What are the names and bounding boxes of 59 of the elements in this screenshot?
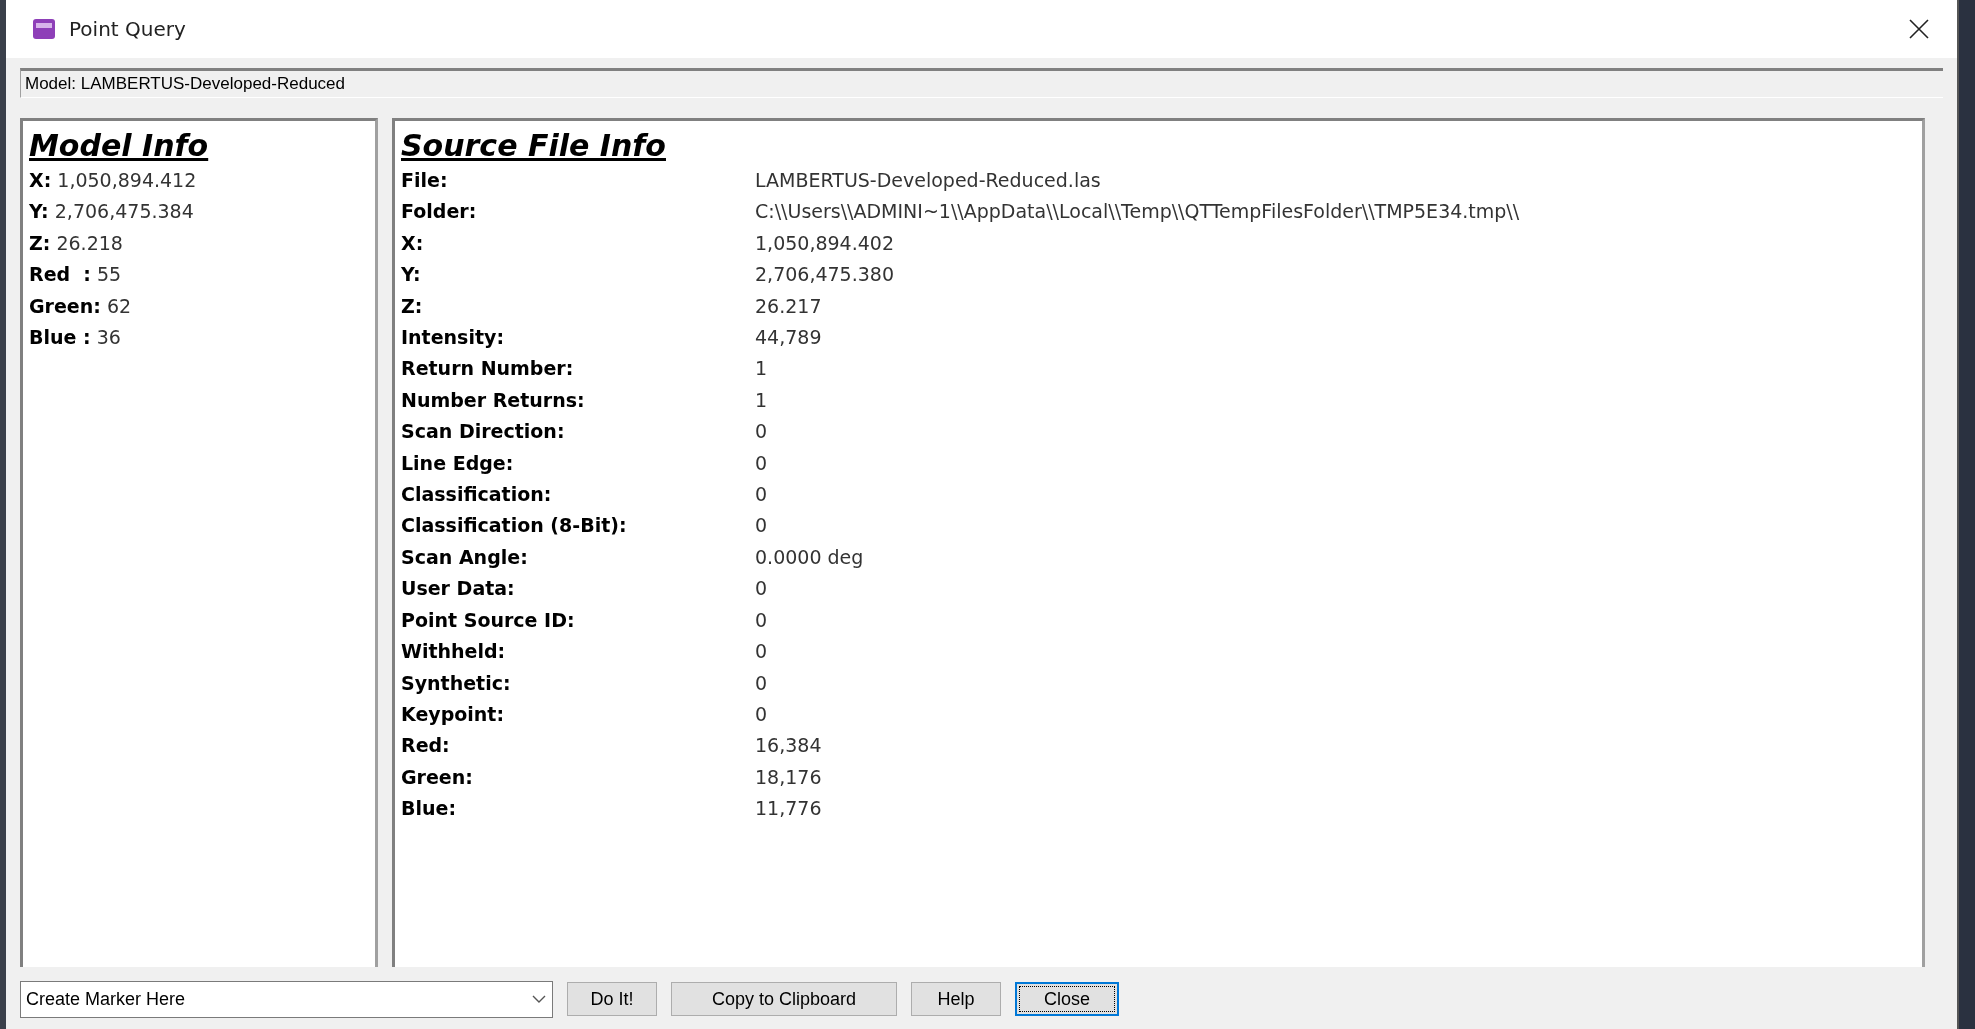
field-value: 1 xyxy=(755,356,768,382)
dialog-button[interactable]: Copy to Clipboard xyxy=(671,982,897,1016)
field-value: 0 xyxy=(755,419,768,445)
field-label: Line Edge: xyxy=(401,450,515,476)
field-value: 44,789 xyxy=(755,325,822,351)
field-label: Z: xyxy=(401,293,424,319)
model-info-row-text: X: 1,050,894.412 xyxy=(29,168,198,193)
field-label: Synthetic: xyxy=(401,670,512,696)
field-label: Blue: xyxy=(401,796,457,822)
field-label: Number Returns: xyxy=(401,387,586,413)
field-value: 0.0000 deg xyxy=(755,544,864,570)
model-info-row-text: Green: 62 xyxy=(29,293,133,319)
field-label: User Data: xyxy=(401,576,516,602)
field-value: 16,384 xyxy=(755,733,822,759)
field-value: 26.217 xyxy=(755,293,822,319)
field-label: Folder: xyxy=(401,199,478,225)
field-value: 0 xyxy=(755,701,768,727)
field-label: Point Source ID: xyxy=(401,607,576,633)
field-value: 0 xyxy=(755,639,768,665)
field-value: 0 xyxy=(755,450,768,476)
field-label: Green: xyxy=(401,764,474,790)
field-value: 2,706,475.380 xyxy=(755,262,894,288)
field-label: X: xyxy=(401,230,425,256)
app-icon xyxy=(33,19,55,39)
model-info-heading: Model Info xyxy=(29,127,210,165)
field-label: Withheld: xyxy=(401,639,507,665)
field-label: Return Number: xyxy=(401,356,575,382)
source-file-info-heading: Source File Info xyxy=(401,127,667,165)
dialog-button[interactable]: Close xyxy=(1015,982,1119,1016)
field-value: 1,050,894.402 xyxy=(755,230,894,256)
field-label: Scan Angle: xyxy=(401,544,529,570)
field-value: 0 xyxy=(755,607,768,633)
chevron-down-icon xyxy=(532,995,546,1003)
field-value: 18,176 xyxy=(755,764,822,790)
field-label: Intensity: xyxy=(401,325,505,351)
model-bar: Model: LAMBERTUS-Developed-Reduced xyxy=(20,68,1943,98)
field-value: 0 xyxy=(755,576,768,602)
field-value: 0 xyxy=(755,482,768,508)
field-value: 1 xyxy=(755,387,768,413)
field-label: Red: xyxy=(401,733,451,759)
field-label: File: xyxy=(401,168,449,193)
action-dropdown[interactable]: Create Marker Here xyxy=(20,980,553,1018)
field-value: 0 xyxy=(755,670,768,696)
field-label: Keypoint: xyxy=(401,701,506,727)
model-info-row-text: Y: 2,706,475.384 xyxy=(29,199,195,225)
field-value: C:\\Users\\ADMINI~1\\AppData\\Local\\Temp\\QTTempFilesFolder\\TMP5E34.tmp\\ xyxy=(755,199,1520,225)
model-info-row-text: Z: 26.218 xyxy=(29,230,124,256)
window-title: Point Query xyxy=(69,16,186,43)
field-value: 11,776 xyxy=(755,796,822,822)
dialog-button[interactable]: Help xyxy=(911,982,1001,1016)
field-label: Classification (8-Bit): xyxy=(401,513,628,539)
field-value: 0 xyxy=(755,513,768,539)
field-label: Scan Direction: xyxy=(401,419,566,445)
field-label: Y: xyxy=(401,262,422,288)
model-info-row-text: Red : 55 xyxy=(29,262,123,288)
field-label: Classification: xyxy=(401,482,553,508)
field-value: LAMBERTUS-Developed-Reduced.las xyxy=(755,168,1101,193)
dialog-button[interactable]: Do It! xyxy=(567,982,657,1016)
model-info-row-text: Blue : 36 xyxy=(29,325,122,351)
